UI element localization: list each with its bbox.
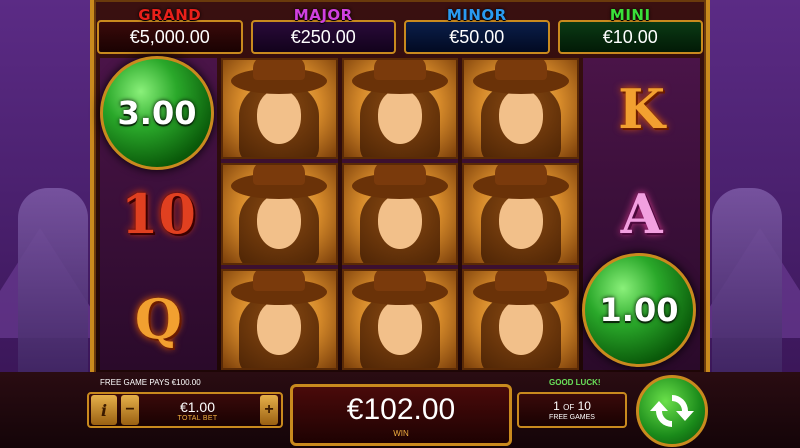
green-orb-1-value: 1.00 xyxy=(599,291,679,329)
green-orb-1: 1.00 xyxy=(582,253,696,367)
total-bet-label: TOTAL BET xyxy=(177,414,218,422)
win-value: €102.00 xyxy=(346,392,456,426)
jackpot-grand: €5,000.00 GRAND xyxy=(97,6,243,54)
jackpot-minor-value: €50.00 xyxy=(404,20,550,54)
symbol-explorer-woman xyxy=(341,268,459,370)
jackpot-minor: €50.00 MINOR xyxy=(404,6,550,54)
symbol-10-glyph: 10 xyxy=(120,181,196,246)
symbol-a: A xyxy=(583,163,700,264)
win-label: WIN xyxy=(393,428,409,438)
free-games-counter: 1 OF 10 xyxy=(553,399,591,413)
free-games-of: OF xyxy=(563,403,575,412)
symbol-explorer-woman xyxy=(462,163,580,265)
green-orb-3-value: 3.00 xyxy=(117,94,197,132)
jackpot-mini-label: MINI xyxy=(609,6,651,24)
free-games-current: 1 xyxy=(553,399,560,413)
jackpot-minor-label: MINOR xyxy=(446,6,507,24)
jackpot-mini-value: €10.00 xyxy=(557,20,703,54)
symbol-a-glyph: A xyxy=(620,181,663,246)
free-game-pays-text: FREE GAME PAYS €100.00 xyxy=(100,378,201,387)
jackpot-major-value: €250.00 xyxy=(250,20,396,54)
total-bet-value: €1.00 xyxy=(179,398,216,415)
info-button[interactable]: i xyxy=(91,395,117,425)
jackpot-bar: €5,000.00 GRAND €250.00 MAJOR €50.00 MIN… xyxy=(97,6,703,56)
win-panel: €102.00 WIN xyxy=(290,384,512,446)
green-orb-3: 3.00 xyxy=(100,56,214,170)
free-games-label: FREE GAMES xyxy=(549,414,595,421)
symbol-10: 10 xyxy=(100,163,217,264)
symbol-explorer-woman xyxy=(462,268,580,370)
symbol-explorer-woman xyxy=(220,163,338,265)
symbol-explorer-woman xyxy=(220,268,338,370)
reel-2 xyxy=(220,58,338,370)
symbol-q: Q xyxy=(100,269,217,370)
statue-left xyxy=(18,188,88,388)
symbol-explorer-woman xyxy=(462,58,580,160)
good-luck-text: GOOD LUCK! xyxy=(549,378,601,387)
decrease-bet-button[interactable]: − xyxy=(121,395,139,425)
jackpot-major: €250.00 MAJOR xyxy=(250,6,396,54)
total-bet-display: €1.00 TOTAL BET xyxy=(139,399,256,422)
jackpot-mini: €10.00 MINI xyxy=(557,6,703,54)
free-games-panel: 1 OF 10 FREE GAMES xyxy=(517,392,627,428)
spin-button[interactable] xyxy=(636,375,708,447)
symbol-k-glyph: K xyxy=(618,76,666,141)
symbol-k: K xyxy=(583,58,700,159)
symbol-explorer-woman xyxy=(341,163,459,265)
statue-right xyxy=(712,188,782,388)
reel-4 xyxy=(462,58,580,370)
jackpot-major-label: MAJOR xyxy=(293,6,353,24)
symbol-explorer-woman xyxy=(220,58,338,160)
symbol-q-glyph: Q xyxy=(134,287,182,352)
bet-panel: i − €1.00 TOTAL BET + xyxy=(87,392,283,428)
jackpot-grand-value: €5,000.00 xyxy=(97,20,243,54)
reel-3 xyxy=(341,58,459,370)
jackpot-grand-label: GRAND xyxy=(138,6,202,24)
increase-bet-button[interactable]: + xyxy=(260,395,278,425)
spin-arrows-icon xyxy=(650,395,694,427)
free-games-total: 10 xyxy=(577,399,591,413)
symbol-explorer-woman xyxy=(341,58,459,160)
